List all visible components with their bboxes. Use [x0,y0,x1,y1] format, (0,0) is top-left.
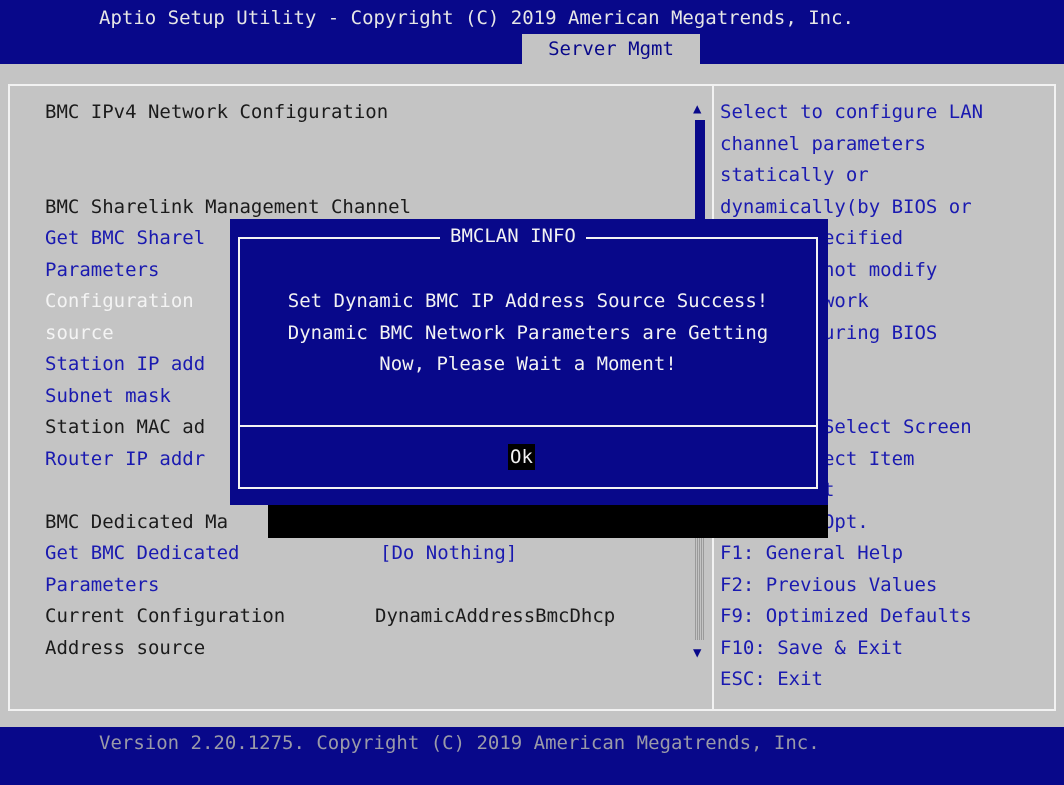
section-title: BMC IPv4 Network Configuration [45,101,389,123]
scroll-down-arrow-icon[interactable]: ▼ [693,644,701,662]
help-line: Select to configure LAN [720,101,984,123]
dialog-message-line: Set Dynamic BMC IP Address Source Succes… [287,290,769,312]
dialog-message-line: Dynamic BMC Network Parameters are Getti… [287,322,769,344]
get-sharelink-params-item-line2[interactable]: Parameters [45,255,159,287]
station-ip-item[interactable]: Station IP add [45,349,205,381]
key-help-line: F2: Previous Values [720,574,938,596]
key-help-line: F10: Save & Exit [720,637,904,659]
key-help-line: F9: Optimized Defaults [720,605,972,627]
get-dedicated-params-item[interactable]: Get BMC Dedicated [45,538,239,570]
get-dedicated-params-item-line2[interactable]: Parameters [45,570,159,602]
configuration-source-item[interactable]: Configuration [45,286,194,318]
current-config-label: Current Configuration [45,605,286,627]
tab-server-mgmt[interactable]: Server Mgmt [522,34,700,64]
current-config-value: DynamicAddressBmcDhcp [375,605,616,627]
dialog-separator [238,425,818,427]
help-line: channel parameters [720,133,926,155]
get-sharelink-params-item[interactable]: Get BMC Sharel [45,223,205,255]
help-line: statically or [720,164,869,186]
key-help-line: ESC: Exit [720,668,823,690]
version-footer: Version 2.20.1275. Copyright (C) 2019 Am… [99,732,820,754]
key-help-line: F1: General Help [720,542,904,564]
scroll-up-arrow-icon[interactable]: ▲ [693,100,701,118]
get-dedicated-params-value[interactable]: [Do Nothing] [380,538,517,570]
bmclan-info-dialog: BMCLAN INFO Set Dynamic BMC IP Address S… [230,219,828,505]
configuration-source-item-line2[interactable]: source [45,318,114,350]
station-mac-label: Station MAC ad [45,416,206,438]
ok-button[interactable]: Ok [508,444,535,470]
subnet-mask-item[interactable]: Subnet mask [45,381,171,413]
dialog-shadow [268,505,828,538]
setup-title: Aptio Setup Utility - Copyright (C) 2019… [99,7,854,29]
current-config-label-line2: Address source [45,637,206,659]
dialog-message-line: Now, Please Wait a Moment! [379,353,677,375]
router-ip-item[interactable]: Router IP addr [45,444,205,476]
dedicated-heading: BMC Dedicated Ma [45,511,229,533]
dialog-title: BMCLAN INFO [440,221,586,253]
